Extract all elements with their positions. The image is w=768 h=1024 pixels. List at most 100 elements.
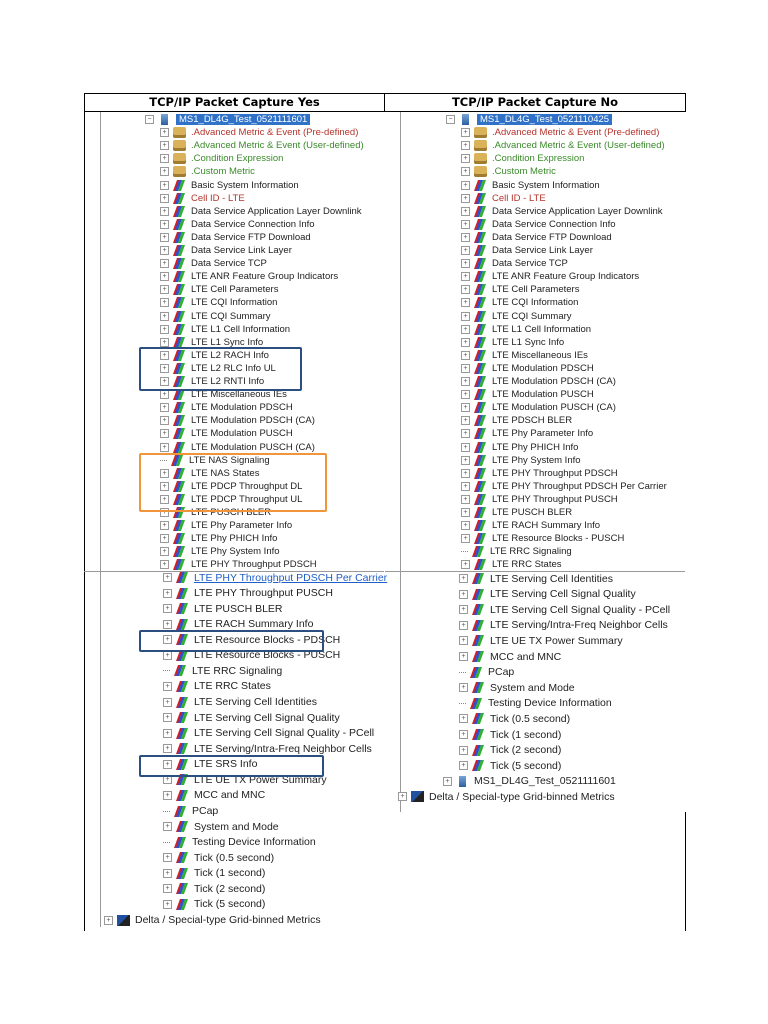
tree-item[interactable]: + LTE Modulation PDSCH [461, 362, 594, 375]
tree-item-label[interactable]: Data Service FTP Download [191, 232, 311, 243]
expand-icon[interactable]: + [459, 745, 468, 755]
tree-item[interactable]: + LTE CQI Summary [461, 310, 572, 323]
tree-item[interactable]: + LTE Serving Cell Identities [459, 571, 613, 586]
tree-item[interactable]: + LTE Phy System Info [461, 454, 581, 467]
expand-icon[interactable]: + [461, 285, 470, 295]
tree-item-label[interactable]: .Custom Metric [191, 166, 255, 177]
tree-item-label[interactable]: LTE RRC Signaling [490, 546, 572, 557]
expand-icon[interactable]: + [160, 416, 169, 426]
tree-item-label[interactable]: Delta / Special-type Grid-binned Metrics [429, 791, 615, 803]
expand-icon[interactable]: + [163, 853, 172, 863]
tree-item[interactable]: + Data Service TCP [461, 257, 568, 270]
tree-item[interactable]: + Data Service Link Layer [160, 244, 292, 257]
tree-item[interactable]: + Data Service Application Layer Downlink [461, 205, 663, 218]
tree-item[interactable]: + Tick (5 second) [459, 758, 561, 773]
tree-item-label[interactable]: Tick (0.5 second) [490, 713, 570, 725]
tree-item-label[interactable]: .Advanced Metric & Event (Pre-defined) [191, 127, 358, 138]
expand-icon[interactable]: + [461, 403, 470, 413]
tree-item-label[interactable]: Data Service FTP Download [492, 232, 612, 243]
tree-item-label[interactable]: LTE Phy PHICH Info [191, 533, 277, 544]
tree-item[interactable]: + Basic System Information [160, 179, 299, 192]
expand-icon[interactable]: + [160, 219, 169, 229]
tree-item-label[interactable]: LTE PHY Throughput PDSCH Per Carrier [492, 481, 667, 492]
tree-item[interactable]: Testing Device Information [459, 696, 612, 711]
expand-icon[interactable]: + [461, 429, 470, 439]
tree-item-label[interactable]: LTE PHY Throughput PDSCH Per Carrier [194, 572, 387, 584]
expand-icon[interactable]: + [163, 650, 172, 660]
expand-icon[interactable]: + [443, 776, 452, 786]
expand-icon[interactable]: + [461, 521, 470, 531]
tree-item-label[interactable]: Testing Device Information [192, 836, 316, 848]
tree-item[interactable]: LTE RRC Signaling [163, 663, 282, 678]
tree-item[interactable]: + LTE Cell Parameters [160, 283, 278, 296]
expand-icon[interactable]: + [160, 180, 169, 190]
tree-item-label[interactable]: Data Service Link Layer [191, 245, 292, 256]
tree-item-label[interactable]: Data Service TCP [492, 258, 568, 269]
expand-icon[interactable]: + [104, 915, 113, 925]
tree-item-label[interactable]: MCC and MNC [490, 651, 561, 663]
tree-item[interactable]: + LTE Modulation PUSCH (CA) [160, 441, 315, 454]
expand-icon[interactable]: + [160, 403, 169, 413]
expand-icon[interactable]: + [461, 324, 470, 334]
tree-item-label[interactable]: Data Service Connection Info [492, 219, 616, 230]
expand-icon[interactable]: + [163, 681, 172, 691]
tree-item[interactable]: + LTE Serving Cell Identities [163, 695, 317, 710]
tree-item[interactable]: − MS1_DL4G_Test_0521111601 [145, 113, 311, 126]
expand-icon[interactable]: + [163, 573, 172, 582]
tree-item-label[interactable]: Delta / Special-type Grid-binned Metrics [135, 914, 321, 926]
tree-item[interactable]: + .Advanced Metric & Event (User-defined) [160, 139, 364, 152]
tree-item[interactable]: + Data Service Link Layer [461, 244, 593, 257]
tree-item[interactable]: + LTE PHY Throughput PDSCH Per Carrier [163, 570, 387, 585]
expand-icon[interactable]: + [160, 128, 169, 138]
expand-icon[interactable]: + [160, 272, 169, 282]
expand-icon[interactable]: + [160, 154, 169, 164]
tree-item-label[interactable]: LTE CQI Summary [191, 311, 271, 322]
expand-icon[interactable]: + [160, 521, 169, 531]
expand-icon[interactable]: + [163, 822, 172, 832]
tree-item-label[interactable]: LTE PHY Throughput PDSCH [191, 559, 317, 570]
tree-item[interactable]: + LTE RRC States [461, 558, 562, 571]
tree-item-label[interactable]: LTE ANR Feature Group Indicators [191, 271, 338, 282]
tree-item[interactable]: + LTE ANR Feature Group Indicators [160, 270, 338, 283]
expand-icon[interactable]: + [461, 468, 470, 478]
tree-item[interactable]: + Delta / Special-type Grid-binned Metric… [104, 913, 321, 928]
expand-icon[interactable]: + [461, 455, 470, 465]
tree-item[interactable]: + Tick (0.5 second) [163, 850, 274, 865]
expand-icon[interactable]: + [163, 744, 172, 754]
tree-item[interactable]: + Tick (2 second) [459, 743, 561, 758]
tree-item-label[interactable]: Basic System Information [492, 180, 600, 191]
tree-item-label[interactable]: LTE CQI Summary [492, 311, 572, 322]
tree-item-label[interactable]: MCC and MNC [194, 789, 265, 801]
expand-icon[interactable]: + [163, 899, 172, 909]
tree-item[interactable]: + .Custom Metric [461, 165, 556, 178]
tree-item[interactable]: + MS1_DL4G_Test_0521111601 [443, 774, 616, 789]
tree-item[interactable]: + LTE CQI Information [461, 296, 578, 309]
tree-item-label[interactable]: .Advanced Metric & Event (User-defined) [191, 140, 364, 151]
expand-icon[interactable]: + [163, 728, 172, 738]
tree-item-label[interactable]: PCap [192, 805, 218, 817]
tree-item-label[interactable]: LTE Modulation PDSCH (CA) [492, 376, 616, 387]
tree-item[interactable]: + LTE Serving Cell Signal Quality - PCell [163, 726, 374, 741]
tree-item-label[interactable]: LTE CQI Information [492, 297, 578, 308]
expand-icon[interactable]: + [160, 141, 169, 151]
expand-icon[interactable]: + [461, 298, 470, 308]
expand-icon[interactable]: + [461, 481, 470, 491]
tree-item-label[interactable]: PCap [488, 666, 514, 678]
tree-item-label[interactable]: .Condition Expression [492, 153, 584, 164]
tree-item-label[interactable]: LTE PHY Throughput PUSCH [194, 587, 333, 599]
expand-icon[interactable]: + [461, 272, 470, 282]
tree-item-label[interactable]: Tick (1 second) [490, 729, 561, 741]
tree-item-label[interactable]: .Custom Metric [492, 166, 556, 177]
tree-item[interactable]: + LTE Serving/Intra-Freq Neighbor Cells [459, 618, 668, 633]
expand-icon[interactable]: + [160, 429, 169, 439]
expand-icon[interactable]: + [160, 442, 169, 452]
expand-icon[interactable]: + [398, 792, 407, 802]
tree-item[interactable]: + LTE L1 Cell Information [461, 323, 591, 336]
expand-icon[interactable]: + [163, 604, 172, 614]
expand-icon[interactable]: + [160, 259, 169, 269]
tree-item[interactable]: + LTE Resource Blocks - PUSCH [461, 532, 624, 545]
expand-icon[interactable]: + [163, 868, 172, 878]
expand-icon[interactable]: + [160, 232, 169, 242]
tree-item-label[interactable]: Tick (5 second) [194, 898, 265, 910]
expand-icon[interactable]: + [459, 620, 468, 630]
